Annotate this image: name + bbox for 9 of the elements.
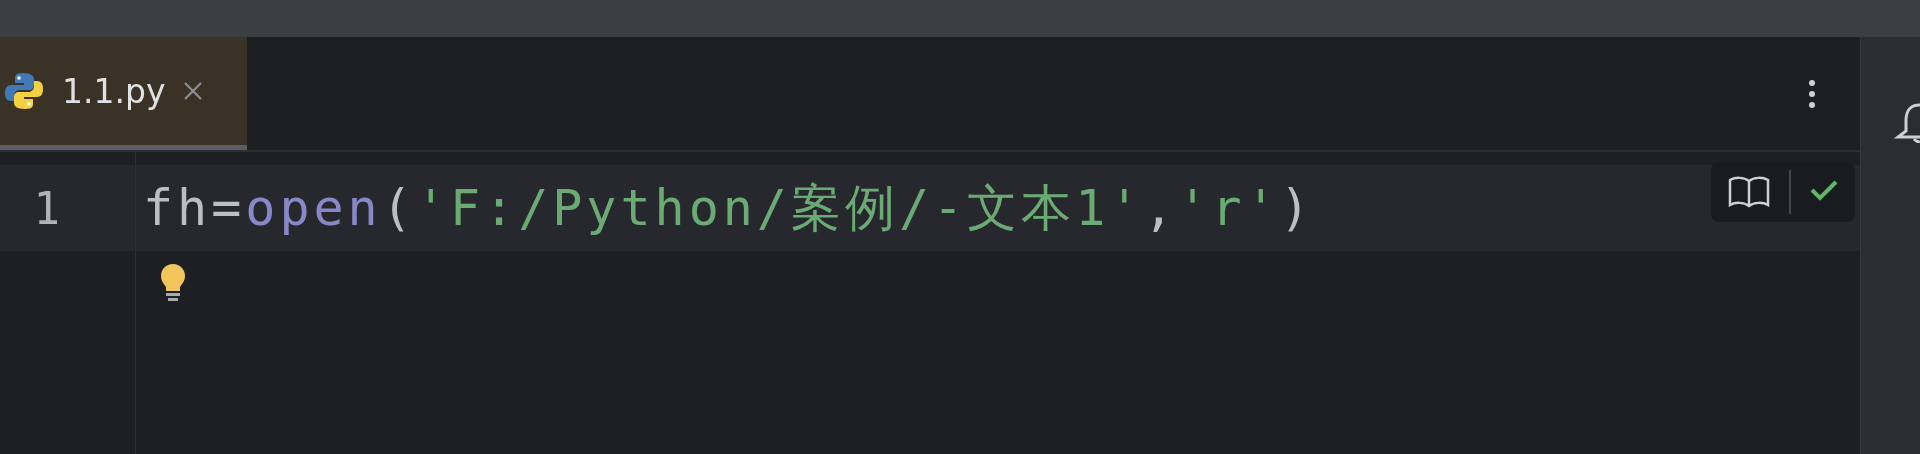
more-options-icon[interactable] (1808, 78, 1816, 109)
close-icon[interactable] (183, 81, 204, 101)
book-icon[interactable] (1727, 175, 1771, 209)
code-line: fh=open('F:/Python/案例/-文本1','r') (143, 177, 1314, 239)
file-tab[interactable]: 1.1.py (0, 37, 248, 150)
line-number: 1 (32, 182, 60, 234)
lightbulb-icon[interactable] (160, 263, 186, 303)
python-logo-icon (4, 71, 44, 111)
check-icon[interactable] (1809, 178, 1839, 202)
